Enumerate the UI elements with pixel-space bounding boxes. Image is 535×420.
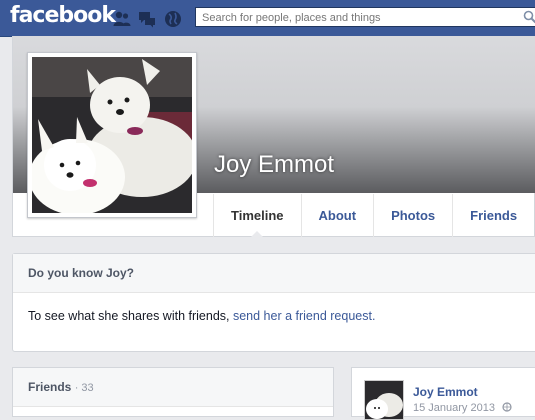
profile-tabs: Timeline About Photos Friends: [213, 194, 534, 238]
facebook-logo[interactable]: facebook: [10, 3, 116, 28]
timeline-post: Joy Emmot 15 January 2013: [351, 367, 535, 420]
post-date: 15 January 2013: [413, 402, 512, 415]
friend-request-link[interactable]: send her a friend request.: [233, 309, 375, 323]
post-author-avatar[interactable]: [364, 380, 404, 420]
profile-name[interactable]: Joy Emmot: [214, 151, 334, 179]
profile-picture[interactable]: [27, 52, 197, 218]
post-author-name[interactable]: Joy Emmot: [413, 385, 478, 399]
friends-title[interactable]: Friends: [28, 380, 71, 394]
tab-about[interactable]: About: [300, 194, 374, 237]
do-you-know-title: Do you know Joy?: [13, 254, 535, 293]
tab-friends[interactable]: Friends: [452, 194, 534, 237]
do-you-know-body: To see what she shares with friends, sen…: [13, 293, 535, 323]
friend-requests-icon[interactable]: [112, 9, 132, 29]
messages-icon[interactable]: [137, 9, 157, 29]
friends-count: · 33: [74, 382, 94, 394]
search-input[interactable]: [196, 9, 502, 27]
friends-card: Friends · 33: [12, 367, 334, 417]
friends-header: Friends · 33: [13, 368, 333, 407]
audience-globe-icon[interactable]: [502, 402, 512, 415]
top-navigation-bar: facebook: [0, 0, 535, 37]
search-box: [195, 7, 535, 27]
do-you-know-text: To see what she shares with friends,: [28, 309, 233, 323]
notifications-icon[interactable]: [163, 9, 183, 29]
post-date-text[interactable]: 15 January 2013: [413, 402, 495, 414]
tab-photos[interactable]: Photos: [373, 194, 452, 237]
tab-timeline[interactable]: Timeline: [213, 194, 301, 238]
search-icon[interactable]: [523, 10, 535, 24]
do-you-know-card: Do you know Joy? To see what she shares …: [12, 253, 535, 352]
jewel-icons: [112, 9, 184, 29]
